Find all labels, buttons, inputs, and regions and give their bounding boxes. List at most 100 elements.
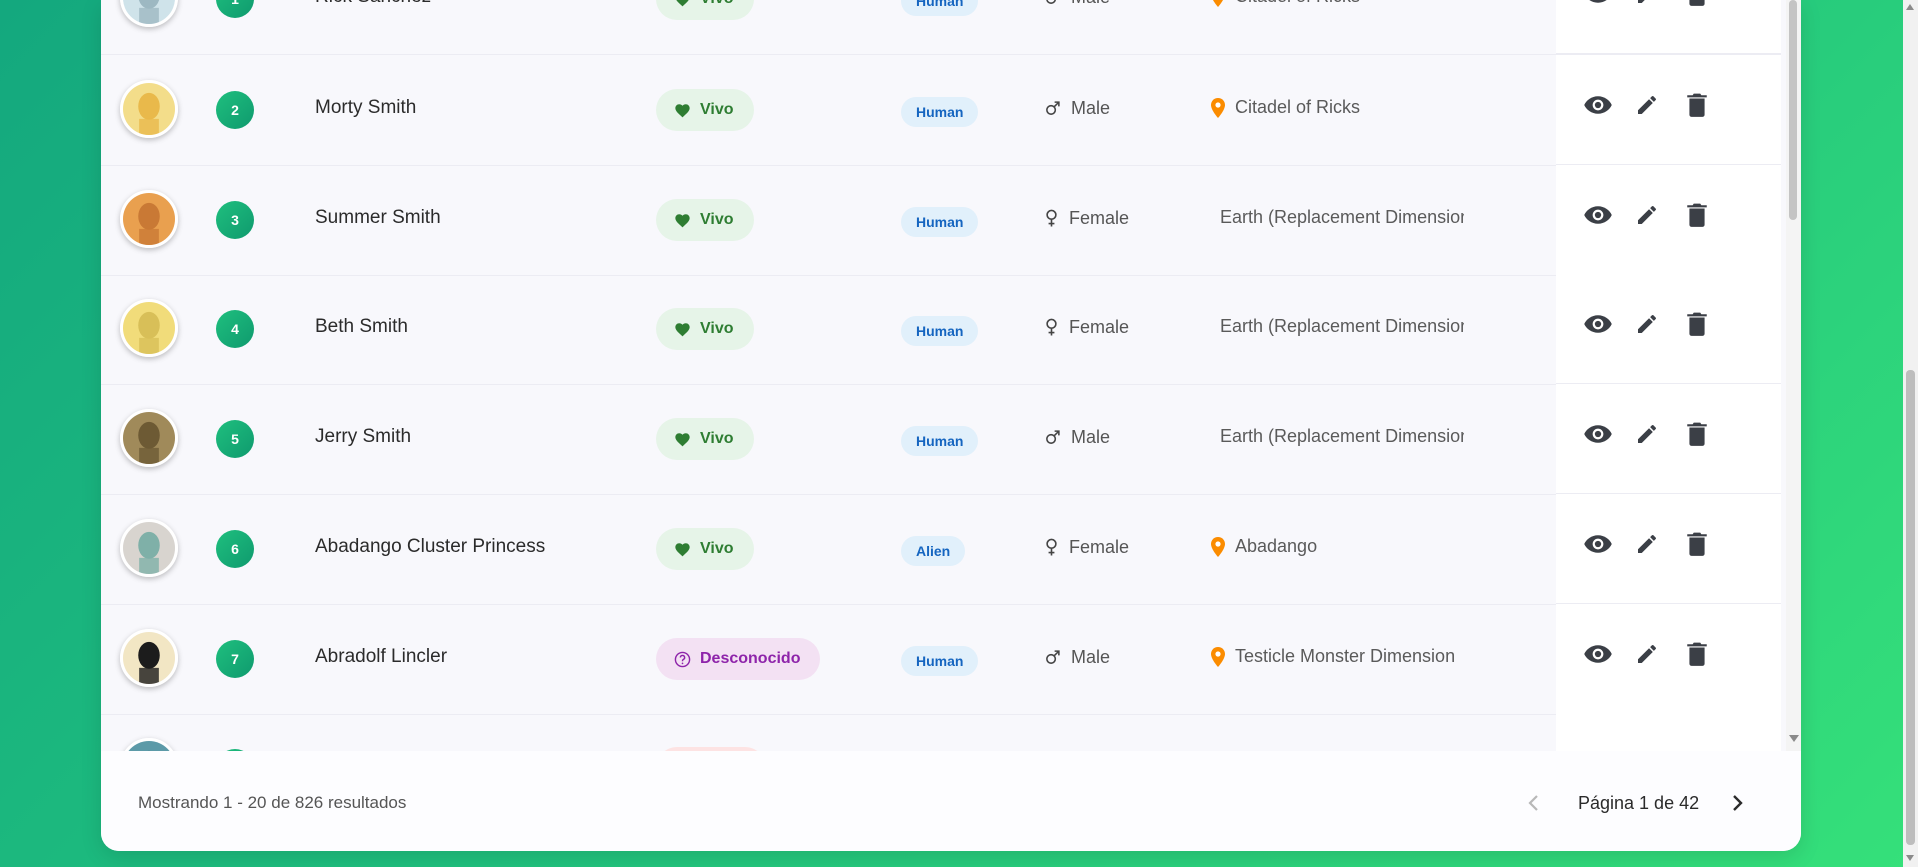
table-row: 1 Rick Sanchez Vivo Human Male Citadel of Ric… bbox=[101, 0, 1781, 55]
delete-button[interactable] bbox=[1681, 638, 1713, 670]
delete-button[interactable] bbox=[1681, 0, 1713, 10]
table-scrollbar[interactable] bbox=[1786, 0, 1801, 751]
character-name: Rick Sanchez bbox=[315, 0, 431, 8]
location-label: Earth (Replacement Dimension) bbox=[1220, 316, 1464, 336]
species-badge: Human bbox=[901, 426, 979, 456]
window-scrollbar[interactable] bbox=[1903, 0, 1918, 867]
heart-icon bbox=[675, 103, 690, 117]
table-row: 3 Summer Smith Vivo Human Female Earth (Repla… bbox=[101, 165, 1781, 276]
character-id-badge: 2 bbox=[216, 91, 254, 129]
trash-icon bbox=[1687, 312, 1707, 336]
table-row: 6 Abadango Cluster Princess Vivo Alien Femal… bbox=[101, 494, 1781, 605]
view-button[interactable] bbox=[1582, 199, 1614, 231]
previous-page-button[interactable] bbox=[1520, 789, 1548, 817]
male-icon bbox=[1046, 650, 1060, 664]
table-row: 5 Jerry Smith Vivo Human Male Earth (Replacem… bbox=[101, 384, 1781, 495]
heart-icon bbox=[675, 213, 690, 227]
status-badge: Vivo bbox=[656, 0, 754, 20]
eye-icon bbox=[1584, 315, 1612, 333]
characters-table[interactable]: 1 Rick Sanchez Vivo Human Male Citadel of Ric… bbox=[101, 0, 1801, 751]
species-badge: Human bbox=[901, 207, 979, 237]
pencil-icon bbox=[1638, 315, 1656, 333]
table-row: 4 Beth Smith Vivo Human Female Earth (Replace… bbox=[101, 274, 1781, 385]
pencil-icon bbox=[1638, 645, 1656, 663]
status-badge: Vivo bbox=[656, 89, 754, 131]
view-button[interactable] bbox=[1582, 528, 1614, 560]
avatar bbox=[120, 190, 178, 248]
avatar bbox=[120, 629, 178, 687]
table-scrollbar-thumb[interactable] bbox=[1789, 0, 1797, 220]
pencil-icon bbox=[1638, 425, 1656, 443]
window-scrollbar-thumb[interactable] bbox=[1906, 370, 1915, 845]
gender-label: Male bbox=[1071, 647, 1111, 667]
window-scroll-up-icon[interactable] bbox=[1906, 4, 1914, 10]
character-id-badge: 3 bbox=[216, 201, 254, 239]
edit-button[interactable] bbox=[1631, 528, 1663, 560]
eye-icon bbox=[1584, 96, 1612, 114]
edit-button[interactable] bbox=[1631, 199, 1663, 231]
edit-button[interactable] bbox=[1631, 0, 1663, 10]
gender-field: Male bbox=[1044, 647, 1110, 668]
table-row bbox=[101, 713, 1781, 751]
view-button[interactable] bbox=[1582, 0, 1614, 10]
gender-label: Female bbox=[1069, 208, 1130, 228]
delete-button[interactable] bbox=[1681, 308, 1713, 340]
status-badge: Vivo bbox=[656, 308, 754, 350]
status-label: Vivo bbox=[700, 430, 734, 447]
view-button[interactable] bbox=[1582, 89, 1614, 121]
edit-button[interactable] bbox=[1631, 638, 1663, 670]
window-scroll-down-icon[interactable] bbox=[1906, 855, 1914, 861]
status-label: Desconocido bbox=[700, 650, 801, 667]
edit-button[interactable] bbox=[1631, 418, 1663, 450]
view-button[interactable] bbox=[1582, 308, 1614, 340]
avatar bbox=[120, 409, 178, 467]
chevron-right-icon bbox=[1733, 795, 1743, 811]
gender-field: Male bbox=[1044, 0, 1110, 8]
heart-icon bbox=[676, 0, 689, 6]
avatar bbox=[120, 299, 178, 357]
help-circle-icon bbox=[674, 651, 691, 667]
delete-button[interactable] bbox=[1681, 418, 1713, 450]
location-label: Earth (Replacement Dimension) bbox=[1220, 207, 1464, 227]
delete-button[interactable] bbox=[1681, 89, 1713, 121]
species-badge: Alien bbox=[901, 536, 966, 566]
status-label: Vivo bbox=[700, 540, 734, 557]
results-count: Mostrando 1 - 20 de 826 resultados bbox=[138, 793, 407, 812]
trash-icon bbox=[1687, 532, 1707, 556]
trash-icon bbox=[1687, 203, 1707, 227]
gender-label: Male bbox=[1071, 98, 1111, 118]
gender-label: Male bbox=[1071, 0, 1110, 8]
view-button[interactable] bbox=[1582, 638, 1614, 670]
scroll-down-arrow-icon[interactable] bbox=[1789, 735, 1799, 742]
location-field: Earth (Replacement Dimension) bbox=[1220, 426, 1464, 447]
delete-button[interactable] bbox=[1681, 199, 1713, 231]
female-icon bbox=[1046, 209, 1057, 227]
status-label: Vivo bbox=[700, 320, 734, 337]
location-label: Earth (Replacement Dimension) bbox=[1220, 426, 1464, 446]
location-field: Earth (Replacement Dimension) bbox=[1220, 316, 1464, 337]
trash-icon bbox=[1687, 93, 1707, 117]
pencil-icon bbox=[1638, 0, 1645, 3]
gender-label: Male bbox=[1071, 427, 1111, 447]
status-label: Vivo bbox=[700, 211, 734, 228]
species-badge: Human bbox=[901, 0, 979, 16]
character-id-badge: 5 bbox=[216, 420, 254, 458]
delete-button[interactable] bbox=[1681, 528, 1713, 560]
next-page-button[interactable] bbox=[1723, 789, 1751, 817]
edit-button[interactable] bbox=[1631, 308, 1663, 340]
trash-icon bbox=[1689, 0, 1705, 6]
gender-label: Female bbox=[1069, 537, 1130, 557]
character-id-badge: 1 bbox=[216, 0, 254, 18]
pencil-icon bbox=[1638, 535, 1656, 553]
edit-button[interactable] bbox=[1631, 89, 1663, 121]
view-button[interactable] bbox=[1582, 418, 1614, 450]
table-row: 2 Morty Smith Vivo Human Male Citadel of Rick… bbox=[101, 55, 1781, 166]
chevron-left-icon bbox=[1528, 795, 1538, 811]
gender-field: Female bbox=[1044, 537, 1129, 558]
species-badge: Human bbox=[901, 316, 979, 346]
location-pin-icon bbox=[1213, 0, 1223, 7]
status-label: Vivo bbox=[700, 0, 734, 8]
eye-icon bbox=[1589, 0, 1607, 3]
location-pin-icon bbox=[1211, 97, 1225, 118]
pagination-footer: Mostrando 1 - 20 de 826 resultados Págin… bbox=[101, 751, 1801, 851]
